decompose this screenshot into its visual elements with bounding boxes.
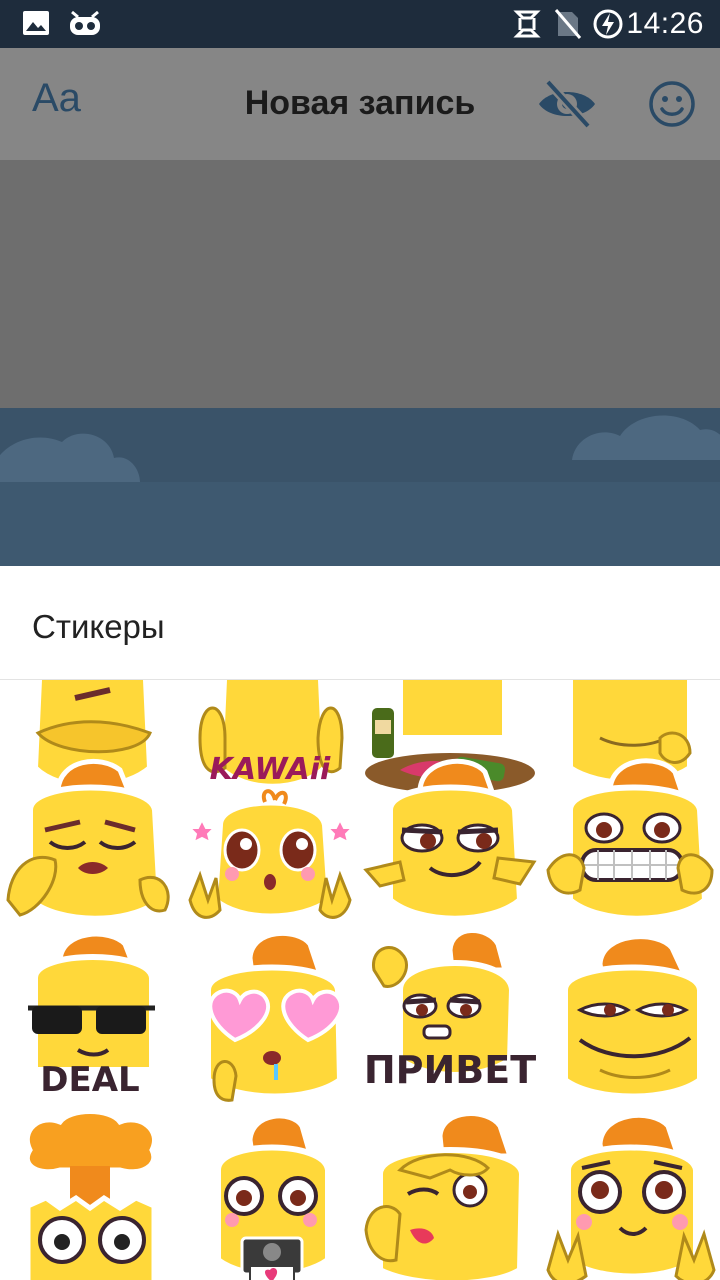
cyanogen-icon <box>68 8 102 43</box>
post-background-preview <box>0 408 720 566</box>
sticker-photo-camera[interactable] <box>180 1110 360 1280</box>
sticker-facepalm[interactable] <box>0 750 180 928</box>
post-editor-area[interactable] <box>0 160 720 408</box>
sticker-kawaii[interactable]: KAWAii <box>180 750 360 928</box>
sticker-kawaii-caption: KAWAii <box>209 752 331 787</box>
sticker-sly-smile[interactable] <box>540 930 720 1108</box>
sticker-deal-sunglasses[interactable]: DEAL <box>0 930 180 1108</box>
battery-charging-icon <box>592 8 624 45</box>
page-title: Новая запись <box>244 84 476 122</box>
stickers-sheet: Стикеры KAWAii DEAL ПРИВЕТ <box>0 566 720 1280</box>
sticker-pointing-smirk[interactable] <box>360 750 540 928</box>
sticker-deal-caption: DEAL <box>40 1060 140 1100</box>
sticker-grid: KAWAii DEAL ПРИВЕТ <box>0 680 720 1280</box>
sync-icon <box>512 8 542 45</box>
sticker-winking-salute[interactable] <box>360 1110 540 1280</box>
sticker-mind-blown[interactable] <box>0 1110 180 1280</box>
sticker-privet[interactable]: ПРИВЕТ <box>360 930 540 1108</box>
sheet-title: Стикеры <box>32 608 165 645</box>
sticker-heart-eyes[interactable] <box>180 930 360 1108</box>
sticker-shy[interactable] <box>540 1110 720 1280</box>
app-header: Aa Новая запись <box>0 48 720 160</box>
status-bar: 14:26 <box>0 0 720 48</box>
no-sim-icon <box>554 8 582 45</box>
eye-off-icon[interactable] <box>536 76 598 137</box>
sticker-forced-grin[interactable] <box>540 750 720 928</box>
image-icon <box>22 8 50 43</box>
smile-icon[interactable] <box>648 80 696 133</box>
sheet-header: Стикеры <box>0 566 720 680</box>
status-time: 14:26 <box>626 7 704 40</box>
sticker-privet-caption: ПРИВЕТ <box>363 1048 537 1092</box>
